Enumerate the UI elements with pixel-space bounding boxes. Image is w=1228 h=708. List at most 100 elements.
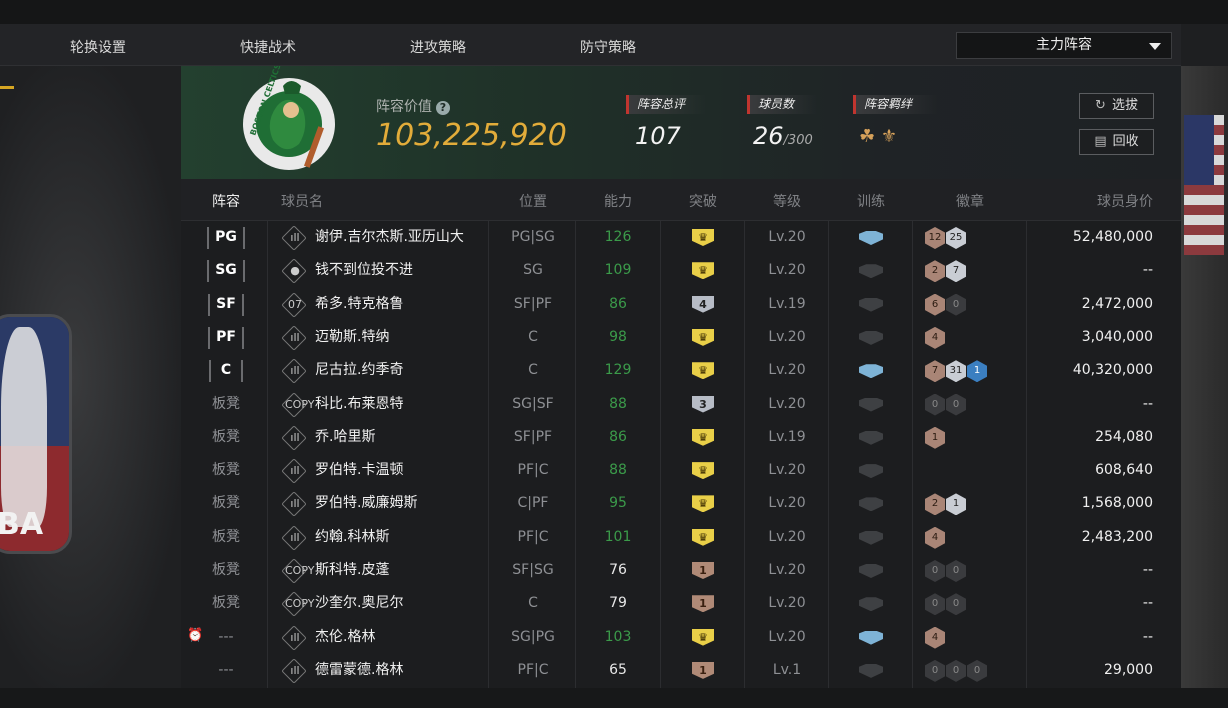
table-row[interactable]: 板凳 COPY 斯科特.皮蓬 SF|SG 76 1 Lv.20 00 -- [181, 554, 1181, 587]
col-lineup[interactable]: 阵容 [201, 191, 251, 211]
table-row[interactable]: ⏰ --- ıll 杰伦.格林 SG|PG 103 ♛ Lv.20 4 -- [181, 621, 1181, 654]
table-row[interactable]: 板凳 ıll 罗伯特.威廉姆斯 C|PF 95 ♛ Lv.20 21 1,568… [181, 487, 1181, 520]
col-training[interactable]: 训练 [829, 191, 913, 211]
player-name[interactable]: 谢伊.吉尔杰斯.亚历山大 [315, 221, 464, 254]
badge-icon[interactable]: 0 [946, 593, 966, 616]
breakthrough[interactable]: ♛ [661, 487, 745, 520]
lineup-slot[interactable]: --- [197, 621, 255, 654]
lineup-slot[interactable]: 板凳 [197, 421, 255, 454]
table-row[interactable]: 板凳 ıll 约翰.科林斯 PF|C 101 ♛ Lv.20 4 2,483,2… [181, 521, 1181, 554]
player-name[interactable]: 科比.布莱恩特 [315, 388, 403, 421]
player-name[interactable]: 乔.哈里斯 [315, 421, 375, 454]
badge-icon[interactable]: 2 [925, 260, 945, 283]
training[interactable] [829, 654, 913, 687]
lineup-slot[interactable]: --- [197, 654, 255, 687]
training[interactable] [829, 521, 913, 554]
table-row[interactable]: SF 07 希多.特克格鲁 SF|PF 86 4 Lv.19 60 2,472,… [181, 288, 1181, 321]
col-position[interactable]: 位置 [491, 191, 575, 211]
table-row[interactable]: 板凳 ıll 乔.哈里斯 SF|PF 86 ♛ Lv.19 1 254,080 [181, 421, 1181, 454]
badge-icon[interactable]: 7 [925, 360, 945, 383]
breakthrough[interactable]: 4 [661, 288, 745, 321]
badge-icon[interactable]: 1 [967, 360, 987, 383]
training[interactable] [829, 388, 913, 421]
badge-icon[interactable]: 2 [925, 493, 945, 516]
breakthrough[interactable]: 3 [661, 388, 745, 421]
breakthrough[interactable]: ♛ [661, 254, 745, 287]
table-row[interactable]: --- ıll 德雷蒙德.格林 PF|C 65 1 Lv.1 000 29,00… [181, 654, 1181, 687]
badge-icon[interactable]: 25 [946, 227, 966, 249]
badge-icon[interactable]: 0 [946, 393, 966, 416]
badge-icon[interactable]: 4 [925, 326, 945, 349]
player-name[interactable]: 斯科特.皮蓬 [315, 554, 389, 587]
lineup-slot[interactable]: 板凳 [197, 454, 255, 487]
help-icon[interactable]: ? [436, 101, 450, 115]
training[interactable] [829, 221, 913, 254]
badge-icon[interactable]: 0 [967, 659, 987, 682]
training[interactable] [829, 321, 913, 354]
table-row[interactable]: 板凳 COPY 沙奎尔.奥尼尔 C 79 1 Lv.20 00 -- [181, 587, 1181, 620]
badge-icon[interactable]: 0 [946, 659, 966, 682]
col-name[interactable]: 球员名 [281, 191, 341, 211]
tab-rotation[interactable]: 轮换设置 [70, 37, 126, 57]
training[interactable] [829, 421, 913, 454]
training[interactable] [829, 621, 913, 654]
lineup-slot[interactable]: SF [197, 288, 255, 321]
tab-defense[interactable]: 防守策略 [580, 37, 636, 57]
table-row[interactable]: SG ● 钱不到位投不进 SG 109 ♛ Lv.20 27 -- [181, 254, 1181, 287]
tab-offense[interactable]: 进攻策略 [410, 37, 466, 57]
tab-quick-tactics[interactable]: 快捷战术 [240, 37, 296, 57]
table-row[interactable]: PG ıll 谢伊.吉尔杰斯.亚历山大 PG|SG 126 ♛ Lv.20 12… [181, 221, 1181, 254]
breakthrough[interactable]: ♛ [661, 621, 745, 654]
breakthrough[interactable]: ♛ [661, 521, 745, 554]
col-price[interactable]: 球员身价 [1061, 191, 1153, 211]
lineup-slot[interactable]: PG [197, 221, 255, 254]
breakthrough[interactable]: ♛ [661, 354, 745, 387]
breakthrough[interactable]: 1 [661, 654, 745, 687]
breakthrough[interactable]: ♛ [661, 454, 745, 487]
breakthrough[interactable]: 1 [661, 554, 745, 587]
breakthrough[interactable]: ♛ [661, 421, 745, 454]
table-row[interactable]: C ıll 尼古拉.约季奇 C 129 ♛ Lv.20 7 31 1 40,320,… [181, 354, 1181, 387]
training[interactable] [829, 288, 913, 321]
lineup-select[interactable]: 主力阵容 [956, 32, 1172, 59]
lineup-slot[interactable]: 板凳 [197, 487, 255, 520]
table-row[interactable]: 板凳 ıll 罗伯特.卡温顿 PF|C 88 ♛ Lv.20 608,640 [181, 454, 1181, 487]
player-name[interactable]: 德雷蒙德.格林 [315, 654, 403, 687]
player-name[interactable]: 沙奎尔.奥尼尔 [315, 587, 403, 620]
badge-icon[interactable]: 7 [946, 260, 966, 283]
recycle-button[interactable]: ▤ 回收 [1079, 129, 1154, 155]
lineup-slot[interactable]: 板凳 [197, 521, 255, 554]
table-row[interactable]: 板凳 COPY 科比.布莱恩特 SG|SF 88 3 Lv.20 00 -- [181, 388, 1181, 421]
badge-icon[interactable]: 4 [925, 526, 945, 549]
training[interactable] [829, 454, 913, 487]
training[interactable] [829, 587, 913, 620]
training[interactable] [829, 554, 913, 587]
training[interactable] [829, 354, 913, 387]
col-badges[interactable]: 徽章 [913, 191, 1027, 211]
badge-icon[interactable]: 6 [925, 293, 945, 316]
training[interactable] [829, 254, 913, 287]
badge-icon[interactable]: 0 [925, 659, 945, 682]
badge-icon[interactable]: 0 [925, 593, 945, 616]
badge-icon[interactable]: 1 [925, 426, 945, 449]
training[interactable] [829, 487, 913, 520]
table-row[interactable]: PF ıll 迈勒斯.特纳 C 98 ♛ Lv.20 4 3,040,000 [181, 321, 1181, 354]
lineup-slot[interactable]: 板凳 [197, 554, 255, 587]
player-name[interactable]: 希多.特克格鲁 [315, 288, 403, 321]
badge-icon[interactable]: 31 [946, 360, 966, 383]
breakthrough[interactable]: ♛ [661, 321, 745, 354]
player-name[interactable]: 约翰.科林斯 [315, 521, 389, 554]
badge-icon[interactable]: 12 [925, 227, 945, 249]
select-button[interactable]: ↻ 选拔 [1079, 93, 1154, 119]
breakthrough[interactable]: ♛ [661, 221, 745, 254]
col-level[interactable]: 等级 [745, 191, 829, 211]
badge-icon[interactable]: 1 [946, 493, 966, 516]
breakthrough[interactable]: 1 [661, 587, 745, 620]
player-name[interactable]: 尼古拉.约季奇 [315, 354, 403, 387]
col-breakthrough[interactable]: 突破 [661, 191, 745, 211]
badge-icon[interactable]: 0 [946, 293, 966, 316]
player-name[interactable]: 罗伯特.威廉姆斯 [315, 487, 417, 520]
lineup-slot[interactable]: 板凳 [197, 587, 255, 620]
lineup-slot[interactable]: SG [197, 254, 255, 287]
lineup-slot[interactable]: 板凳 [197, 388, 255, 421]
